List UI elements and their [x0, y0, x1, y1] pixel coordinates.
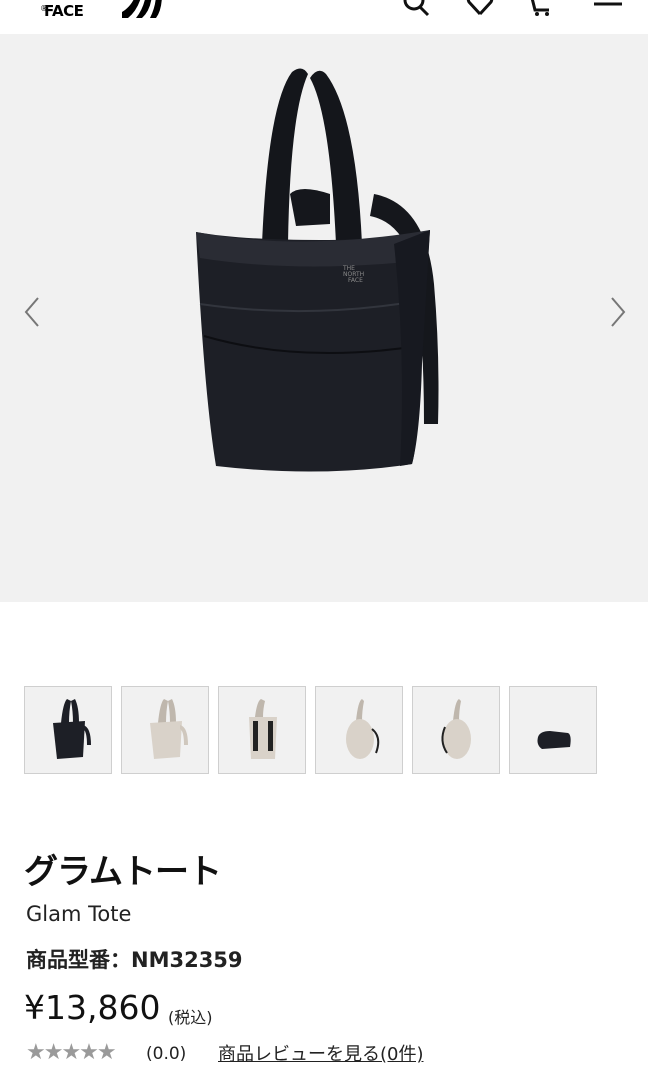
thumbnail-5[interactable]	[412, 686, 500, 774]
prev-image-arrow-icon[interactable]	[22, 294, 46, 330]
tax-note: (税込)	[168, 1008, 213, 1027]
thumbnail-strip	[24, 686, 624, 774]
bag-logo-line-3: FACE	[348, 277, 363, 284]
search-icon[interactable]	[400, 0, 432, 20]
thumbnail-2-image	[150, 699, 188, 759]
heart-icon[interactable]	[464, 0, 496, 20]
brand-name: FACE	[44, 2, 84, 20]
thumbnail-5-image	[441, 699, 471, 759]
brand-mark-icon	[122, 0, 162, 18]
thumbnail-1[interactable]	[24, 686, 112, 774]
product-name-en: Glam Tote	[26, 902, 132, 926]
cart-icon[interactable]	[524, 0, 556, 20]
product-name-ja: グラムトート	[24, 852, 222, 892]
brand-logo[interactable]: ® FACE	[26, 0, 162, 20]
menu-icon[interactable]	[592, 0, 624, 20]
rating-value: (0.0)	[146, 1044, 187, 1064]
bag-image: THE NORTH FACE	[196, 68, 439, 472]
product-price: ¥13,860	[24, 988, 161, 1027]
rating-stars: ★★★★★	[26, 1040, 117, 1065]
thumbnail-6[interactable]	[509, 686, 597, 774]
site-header: ® FACE	[0, 0, 648, 34]
product-main-image[interactable]: THE NORTH FACE	[0, 34, 648, 602]
thumbnail-3[interactable]	[218, 686, 306, 774]
thumbnail-6-image	[537, 731, 571, 749]
thumbnail-4[interactable]	[315, 686, 403, 774]
thumbnail-3-image	[249, 699, 277, 759]
product-model-number: 商品型番：NM32359	[26, 948, 243, 972]
thumbnail-1-image	[53, 699, 91, 759]
thumbnail-4-image	[346, 699, 380, 759]
next-image-arrow-icon[interactable]	[604, 294, 628, 330]
thumbnail-2[interactable]	[121, 686, 209, 774]
view-reviews-link[interactable]: 商品レビューを見る(0件)	[218, 1040, 424, 1066]
